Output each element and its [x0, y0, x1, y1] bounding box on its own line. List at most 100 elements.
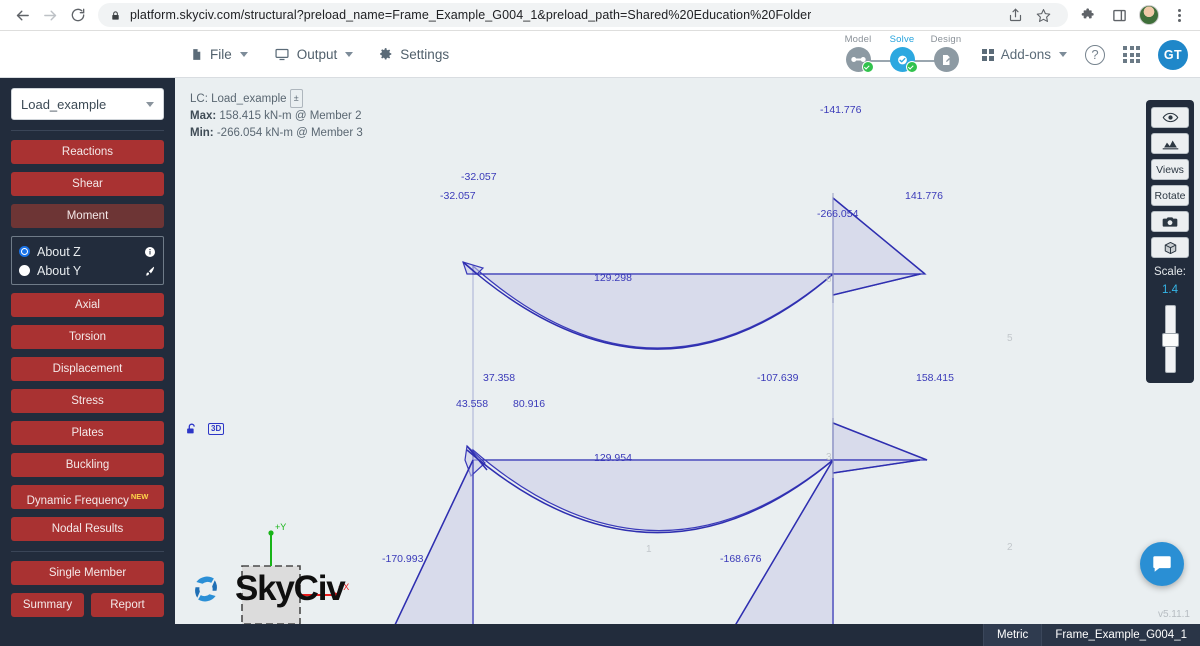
step-design-label: Design	[930, 34, 962, 45]
shear-button[interactable]: Shear	[11, 172, 164, 196]
moment-value-label: 129.298	[594, 272, 632, 284]
divider	[11, 130, 164, 131]
menu-settings-label: Settings	[400, 46, 450, 62]
radio-about-z-label: About Z	[37, 244, 81, 259]
moment-value-label: 80.916	[513, 398, 546, 410]
three-dot-menu-icon[interactable]	[1166, 2, 1192, 28]
chart-icon[interactable]	[1151, 133, 1189, 154]
workflow-stepper: Model Solve Design	[836, 34, 968, 73]
star-icon[interactable]	[1030, 3, 1056, 27]
moment-fill-regions	[394, 196, 928, 624]
unlock-icon[interactable]	[185, 422, 199, 435]
status-bar-left-filler	[0, 624, 175, 646]
info-icon[interactable]	[144, 246, 156, 258]
solve-icon	[889, 47, 918, 73]
addons-label: Add-ons	[1000, 47, 1051, 62]
member-label: 2	[1007, 542, 1013, 553]
views-button[interactable]: Views	[1151, 159, 1189, 180]
menu-settings[interactable]: Settings	[379, 47, 449, 62]
step-model[interactable]: Model	[836, 34, 880, 73]
app-menu-bar: File Output Settings	[190, 47, 449, 62]
file-icon	[193, 48, 201, 60]
new-badge: NEW	[130, 492, 149, 501]
cube-3d-icon[interactable]	[1151, 237, 1189, 258]
grid-icon	[981, 48, 994, 61]
axial-button[interactable]: Axial	[11, 293, 164, 317]
menu-output[interactable]: Output	[274, 47, 354, 62]
step-solve[interactable]: Solve	[880, 34, 924, 73]
gear-icon	[380, 48, 392, 60]
displacement-button[interactable]: Displacement	[11, 357, 164, 381]
check-badge	[861, 61, 874, 73]
forward-arrow-icon[interactable]	[36, 1, 64, 29]
step-design[interactable]: Design	[924, 34, 968, 72]
rotate-button[interactable]: Rotate	[1151, 185, 1189, 206]
moment-value-label: -266.054	[817, 208, 859, 220]
buckling-button[interactable]: Buckling	[11, 453, 164, 477]
share-icon[interactable]	[1002, 3, 1028, 27]
load-case-select[interactable]: Load_example	[11, 88, 164, 120]
reload-icon[interactable]	[64, 1, 92, 29]
address-bar[interactable]: platform.skyciv.com/structural?preload_n…	[98, 3, 1068, 27]
scale-label: Scale:	[1154, 266, 1186, 278]
menu-file[interactable]: File	[190, 47, 248, 62]
moment-value-label: -32.057	[461, 171, 497, 183]
view-tool-panel: Views Rotate Scale: 1.4	[1146, 100, 1194, 383]
plates-button[interactable]: Plates	[11, 421, 164, 445]
single-member-button[interactable]: Single Member	[11, 561, 164, 585]
apps-grid-icon[interactable]	[1123, 46, 1140, 63]
member-label: 1	[646, 544, 652, 555]
units-cell[interactable]: Metric	[983, 624, 1042, 646]
stress-button[interactable]: Stress	[11, 389, 164, 413]
moment-value-label: 158.415	[916, 372, 954, 384]
menu-output-label: Output	[296, 46, 338, 62]
summary-button[interactable]: Summary	[11, 593, 84, 617]
scale-slider[interactable]	[1161, 305, 1179, 373]
skyciv-logo: SkyCiv	[185, 568, 346, 610]
moment-value-label: 129.954	[594, 452, 632, 464]
scale-value: 1.4	[1162, 284, 1178, 296]
radio-about-y[interactable]: About Y	[19, 261, 156, 280]
moment-value-label: -141.776	[820, 104, 862, 116]
app-header: File Output Settings Model Solve Design …	[0, 31, 1200, 78]
3d-toggle-badge[interactable]: 3D	[208, 422, 225, 435]
brush-icon[interactable]	[144, 265, 156, 277]
visibility-eye-icon[interactable]	[1151, 107, 1189, 128]
chevron-down-icon	[146, 101, 154, 107]
version-label: v5.11.1	[1157, 609, 1190, 620]
camera-icon[interactable]	[1151, 211, 1189, 232]
side-panel-icon[interactable]	[1106, 2, 1132, 28]
status-bar: Metric Frame_Example_G004_1	[175, 624, 1200, 646]
monitor-icon	[275, 48, 289, 60]
design-icon	[933, 47, 959, 72]
addons-button[interactable]: Add-ons	[981, 47, 1067, 62]
step-solve-label: Solve	[889, 34, 915, 45]
member-label: 3	[826, 452, 832, 463]
radio-dot	[19, 265, 30, 276]
filename-cell[interactable]: Frame_Example_G004_1	[1041, 624, 1200, 646]
help-icon[interactable]: ?	[1085, 44, 1105, 65]
model-viewport[interactable]: LC: Load_example ± Max: 158.415 kN-m @ M…	[175, 78, 1200, 624]
nodal-results-button[interactable]: Nodal Results	[11, 517, 164, 541]
report-button[interactable]: Report	[91, 593, 164, 617]
moment-button[interactable]: Moment	[11, 204, 164, 228]
lock-icon	[112, 10, 119, 20]
scale-slider-knob[interactable]	[1161, 333, 1179, 347]
back-arrow-icon[interactable]	[8, 1, 36, 29]
radio-about-z[interactable]: About Z	[19, 242, 156, 261]
chat-icon[interactable]	[1140, 542, 1184, 586]
skyciv-mark-icon	[195, 576, 217, 602]
user-avatar[interactable]: GT	[1158, 39, 1188, 70]
radio-about-y-label: About Y	[37, 263, 82, 278]
moment-value-label: -107.639	[757, 372, 799, 384]
member-label: 5	[1007, 333, 1013, 344]
reactions-button[interactable]: Reactions	[11, 140, 164, 164]
profile-avatar[interactable]	[1136, 2, 1162, 28]
axis-y-label: +Y	[275, 522, 286, 532]
url-text: platform.skyciv.com/structural?preload_n…	[130, 8, 812, 22]
torsion-button[interactable]: Torsion	[11, 325, 164, 349]
dynamic-frequency-button[interactable]: Dynamic Frequency NEW	[11, 485, 164, 509]
radio-dot	[19, 246, 30, 257]
moment-value-label: 141.776	[905, 190, 943, 202]
puzzle-icon[interactable]	[1076, 2, 1102, 28]
